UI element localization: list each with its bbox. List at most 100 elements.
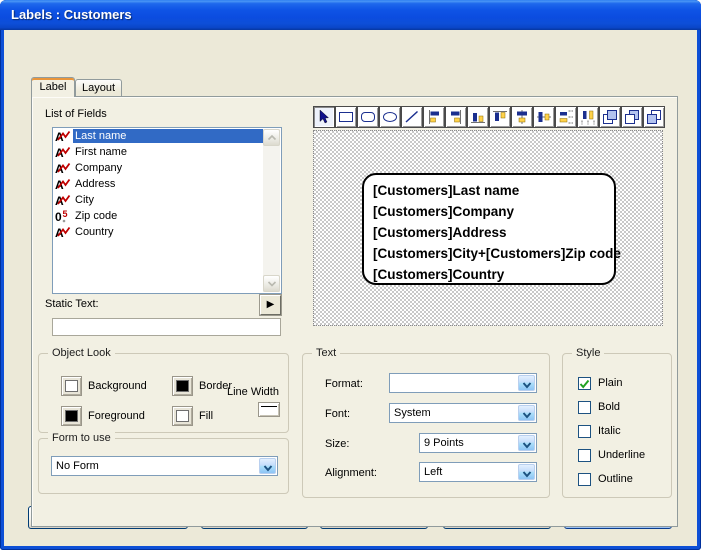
chevron-down-icon [266, 280, 278, 288]
static-text-insert-button[interactable]: ▶ [260, 295, 281, 315]
style-group: Style PlainBoldItalicUnderlineOutline [562, 353, 672, 498]
text-group: Text Format: Font: System Size: 9 Points… [302, 353, 550, 498]
svg-text:A: A [55, 162, 64, 175]
field-list-item[interactable]: ALast name [53, 128, 281, 144]
fill-color-button[interactable] [172, 406, 193, 426]
color-swatch [176, 380, 189, 392]
rectangle-tool[interactable] [335, 106, 357, 128]
tab-layout[interactable]: Layout [75, 79, 122, 97]
static-text-input[interactable] [52, 318, 281, 336]
svg-text:A: A [55, 226, 64, 239]
font-select-value: System [394, 407, 431, 419]
align-top-tool[interactable] [489, 106, 511, 128]
align-left-tool[interactable] [423, 106, 445, 128]
center-horizontally-tool[interactable] [511, 106, 533, 128]
field-list-item[interactable]: A Company [53, 160, 281, 176]
text-group-title: Text [312, 347, 340, 359]
preview-line: [Customers]Company [373, 201, 614, 222]
field-item-label: Company [73, 161, 264, 175]
field-list-item[interactable]: A Country [53, 224, 281, 240]
field-item-label: First name [73, 145, 264, 159]
field-list-item[interactable]: A Address [53, 176, 281, 192]
alpha-field-icon: A [55, 193, 73, 207]
oval-tool[interactable] [379, 106, 401, 128]
chevron-down-icon [518, 375, 535, 391]
checkbox-underline[interactable] [578, 449, 591, 462]
scroll-up-button[interactable] [263, 129, 280, 146]
foreground-label: Foreground [88, 410, 145, 422]
static-text-label: Static Text: [45, 298, 99, 310]
field-item-label: Country [73, 225, 264, 239]
labels-dialog-window: Labels : Customers Label Layout List of … [0, 0, 701, 550]
alignment-select-value: Left [424, 466, 442, 478]
object-look-group-title: Object Look [48, 347, 115, 359]
title-bar[interactable]: Labels : Customers [0, 0, 701, 30]
field-list-item[interactable]: A First name [53, 144, 281, 160]
color-swatch [65, 380, 78, 392]
fields-listbox[interactable]: ALast nameAFirst nameACompanyAAddressACi… [52, 127, 282, 294]
style-option-label: Bold [598, 401, 620, 413]
label-tab-page: List of Fields ALast nameAFirst nameACom… [31, 96, 678, 527]
font-label: Font: [325, 408, 350, 420]
format-label: Format: [325, 378, 363, 390]
align-bottom-tool[interactable] [467, 106, 489, 128]
checkbox-outline[interactable] [578, 473, 591, 486]
preview-line: [Customers]Address [373, 222, 614, 243]
svg-text:A: A [55, 178, 64, 191]
label-preview-area[interactable]: [Customers]Last name[Customers]Company[C… [313, 130, 663, 326]
fill-label: Fill [199, 410, 213, 422]
select-tool[interactable] [313, 106, 335, 128]
alpha-field-icon: A [55, 129, 73, 143]
distribute-horizontally-tool[interactable] [577, 106, 599, 128]
border-color-button[interactable] [172, 376, 193, 396]
form-select[interactable]: No Form [51, 456, 278, 476]
dialog-body: Label Layout List of Fields ALast nameAF… [4, 30, 697, 546]
svg-text:A: A [55, 146, 64, 159]
rounded-rectangle-tool[interactable] [357, 106, 379, 128]
right-triangle-icon: ▶ [267, 299, 275, 310]
checkbox-bold[interactable] [578, 401, 591, 414]
alignment-select[interactable]: Left [419, 462, 537, 482]
object-look-group: Object Look BackgroundBorderForegroundFi… [38, 353, 289, 433]
align-right-tool[interactable] [445, 106, 467, 128]
send-to-back-tool[interactable] [643, 106, 665, 128]
foreground-color-button[interactable] [61, 406, 82, 426]
checkmark-icon [579, 379, 590, 389]
drawing-toolbar [313, 106, 665, 130]
bring-forward-tool[interactable] [621, 106, 643, 128]
line-width-sample [261, 406, 277, 407]
field-rows: ALast nameAFirst nameACompanyAAddressACi… [53, 128, 281, 240]
form-to-use-group-title: Form to use [48, 432, 115, 444]
style-group-title: Style [572, 347, 604, 359]
chevron-up-icon [266, 134, 278, 142]
color-swatch [176, 410, 189, 422]
scroll-down-button[interactable] [263, 275, 280, 292]
field-item-label: Address [73, 177, 264, 191]
checkbox-italic[interactable] [578, 425, 591, 438]
field-list-item[interactable]: 05 Zip code [53, 208, 281, 224]
field-list-item[interactable]: ACity [53, 192, 281, 208]
alpha-field-icon: A [55, 161, 73, 175]
format-select[interactable] [389, 373, 537, 393]
size-select[interactable]: 9 Points [419, 433, 537, 453]
font-select[interactable]: System [389, 403, 537, 423]
tab-label[interactable]: Label [31, 77, 75, 97]
alignment-label: Alignment: [325, 467, 377, 479]
background-color-button[interactable] [61, 376, 82, 396]
line-width-button[interactable] [258, 402, 280, 417]
window-title: Labels : Customers [11, 0, 132, 29]
size-select-value: 9 Points [424, 437, 464, 449]
label-object[interactable]: [Customers]Last name[Customers]Company[C… [362, 173, 616, 285]
checkbox-plain[interactable] [578, 377, 591, 390]
alpha-field-icon: A [55, 145, 73, 159]
distribute-vertically-tool[interactable] [555, 106, 577, 128]
list-scrollbar[interactable] [263, 129, 280, 292]
bring-to-front-tool[interactable] [599, 106, 621, 128]
field-item-label: Zip code [73, 209, 264, 223]
style-option-label: Plain [598, 377, 622, 389]
svg-text:0: 0 [55, 210, 62, 223]
center-vertically-tool[interactable] [533, 106, 555, 128]
preview-line: [Customers]Country [373, 264, 614, 285]
line-tool[interactable] [401, 106, 423, 128]
svg-text:5: 5 [63, 209, 68, 219]
